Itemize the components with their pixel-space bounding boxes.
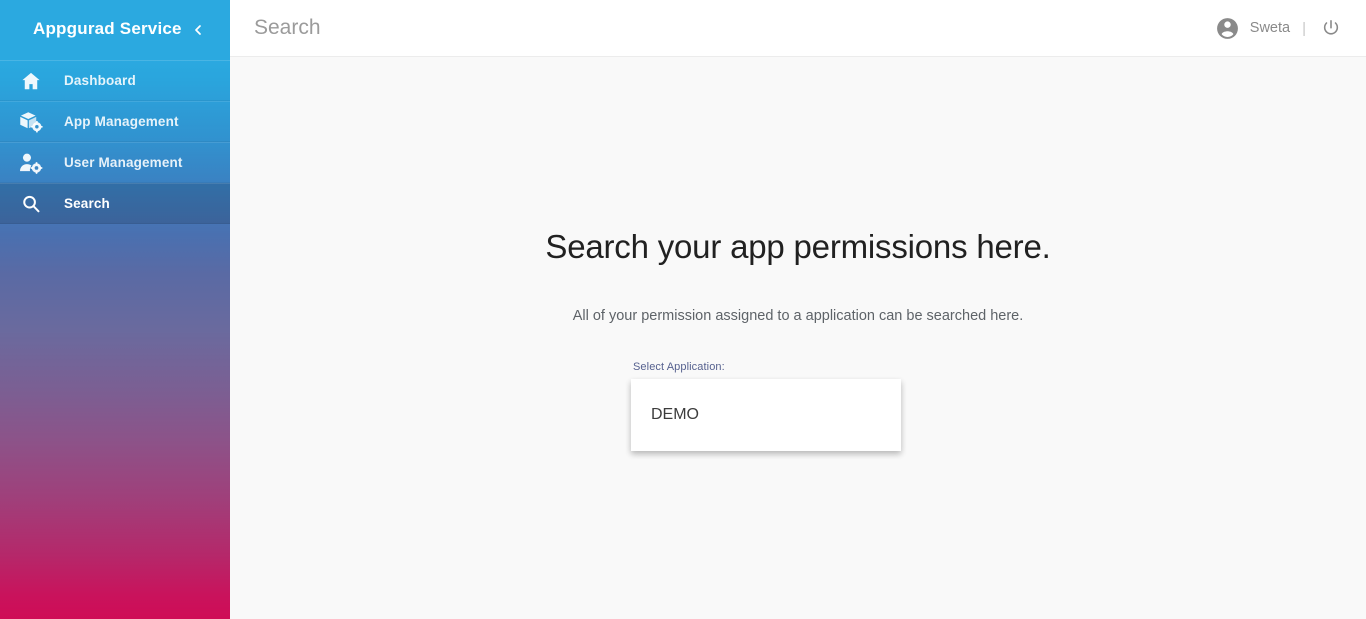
main-area: Sweta | Search your app permissions here… xyxy=(230,0,1366,619)
sidebar-item-label: Dashboard xyxy=(64,73,136,88)
box-gear-icon xyxy=(16,111,46,133)
topbar-right: Sweta | xyxy=(1215,15,1344,41)
select-application-control: DEMO xyxy=(631,379,903,451)
select-application-block: Select Application: DEMO xyxy=(631,361,903,451)
brand-title: Appgurad Service xyxy=(33,19,182,38)
sidebar-collapse-button[interactable] xyxy=(185,17,211,43)
user-name-label: Sweta xyxy=(1249,20,1291,36)
logout-button[interactable] xyxy=(1318,15,1344,41)
account-circle-icon xyxy=(1215,16,1240,41)
sidebar-header: Appgurad Service xyxy=(0,0,230,60)
sidebar-item-user-management[interactable]: User Management xyxy=(0,142,230,183)
user-gear-icon xyxy=(16,152,46,174)
dropdown-option-demo[interactable]: DEMO xyxy=(631,379,901,451)
select-application-label: Select Application: xyxy=(633,361,725,373)
user-menu[interactable]: Sweta xyxy=(1215,16,1290,41)
sidebar-nav: Dashboard App Management User Management… xyxy=(0,60,230,224)
magnifier-icon xyxy=(16,194,46,214)
sidebar: Appgurad Service Dashboard App Managemen… xyxy=(0,0,230,619)
topbar-divider: | xyxy=(1302,19,1306,37)
power-icon xyxy=(1321,18,1341,38)
sidebar-item-app-management[interactable]: App Management xyxy=(0,101,230,142)
sidebar-item-label: App Management xyxy=(64,114,179,129)
home-icon xyxy=(16,70,46,92)
page-subtitle: All of your permission assigned to a app… xyxy=(572,308,1024,324)
application-dropdown-panel[interactable]: DEMO xyxy=(631,379,901,451)
sidebar-item-dashboard[interactable]: Dashboard xyxy=(0,60,230,101)
sidebar-item-search[interactable]: Search xyxy=(0,183,230,224)
chevron-left-icon xyxy=(190,22,206,38)
sidebar-item-label: User Management xyxy=(64,155,183,170)
topbar: Sweta | xyxy=(230,0,1366,57)
sidebar-item-label: Search xyxy=(64,196,110,211)
search-input[interactable] xyxy=(254,16,854,40)
content-area: Search your app permissions here. All of… xyxy=(230,57,1366,619)
app-root: Appgurad Service Dashboard App Managemen… xyxy=(0,0,1366,619)
page-title: Search your app permissions here. xyxy=(545,228,1051,265)
